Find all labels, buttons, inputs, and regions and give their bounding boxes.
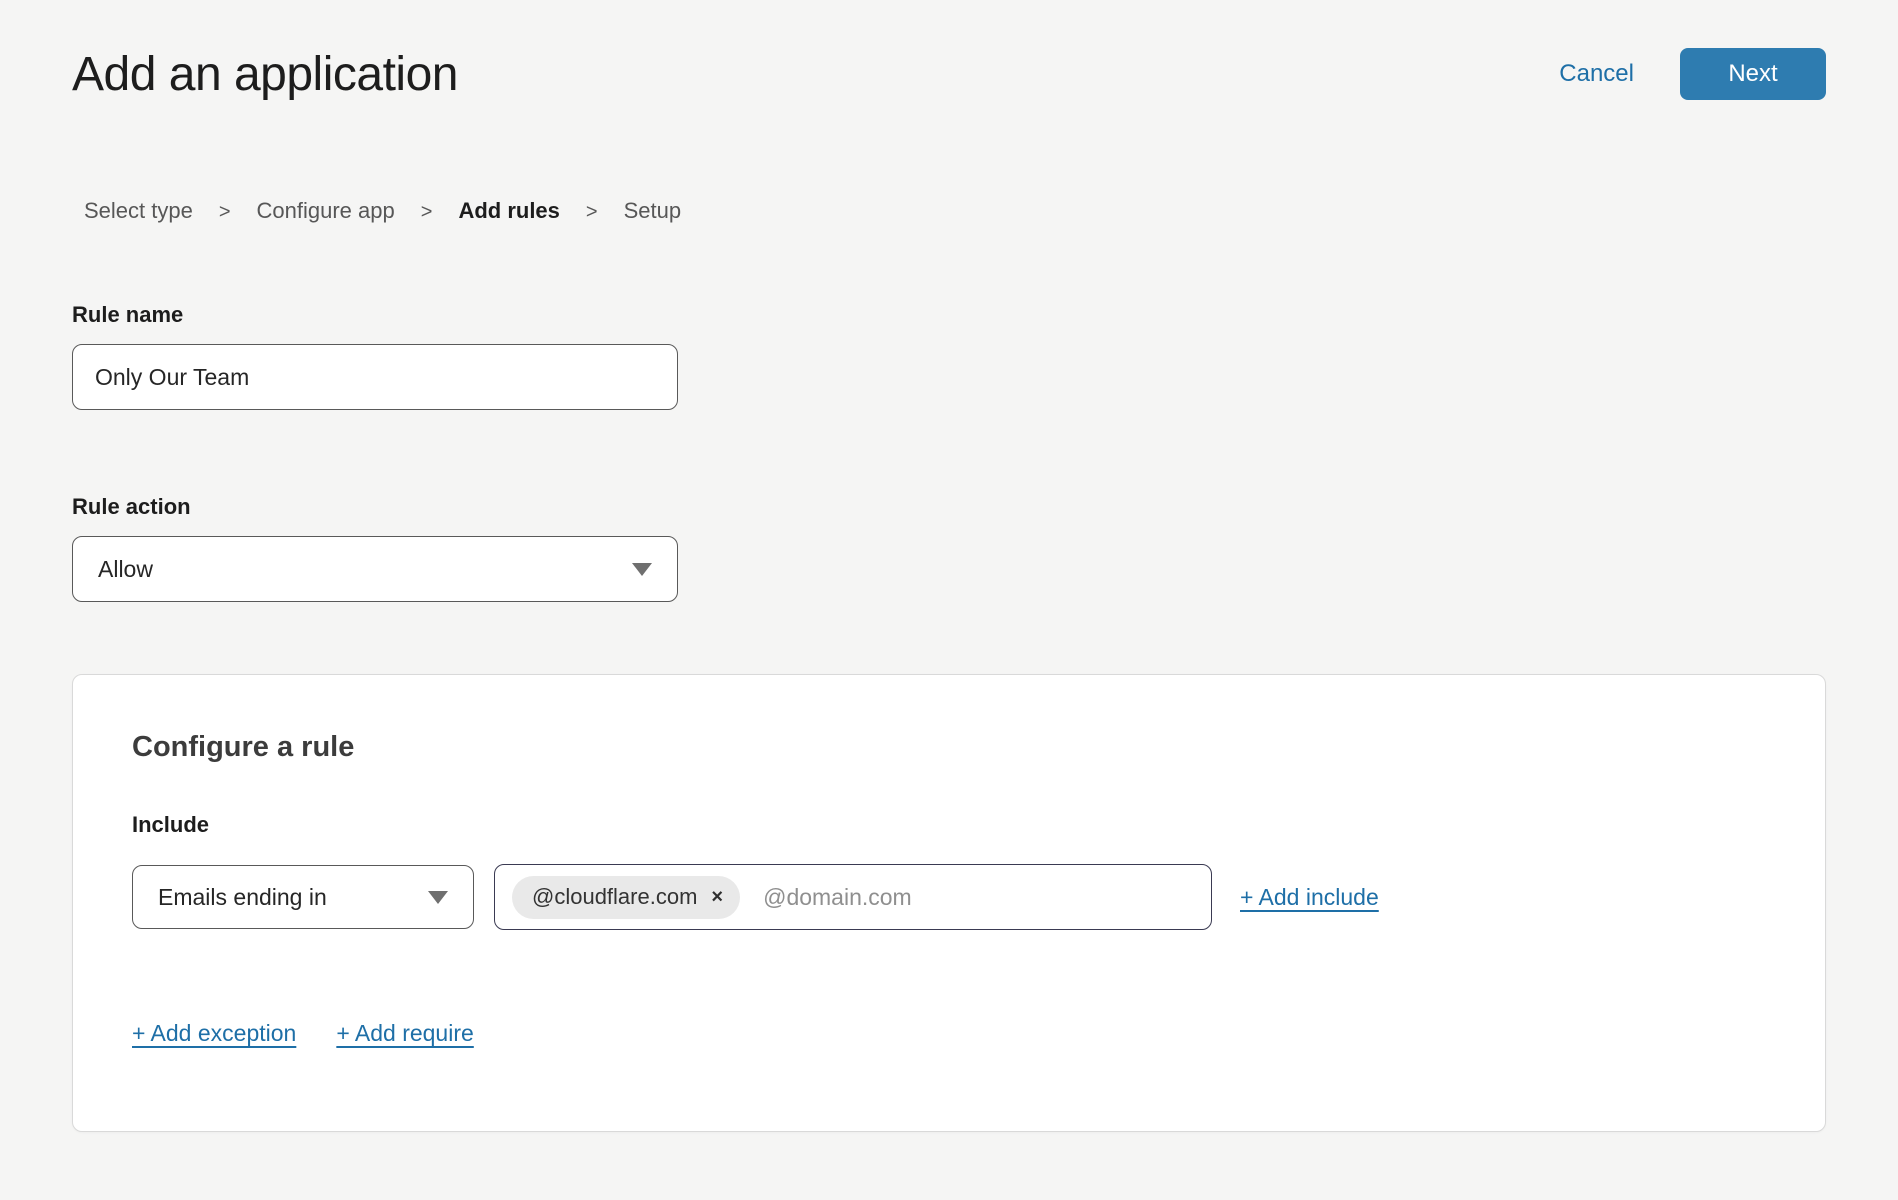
rule-action-select[interactable]: Allow: [72, 536, 678, 602]
rule-action-label: Rule action: [72, 494, 1826, 520]
add-application-page: Add an application Cancel Next Select ty…: [0, 42, 1898, 1132]
header-actions: Cancel Next: [1559, 48, 1826, 100]
include-selector-value: Emails ending in: [158, 884, 327, 911]
domain-input[interactable]: [763, 884, 1197, 911]
page-title: Add an application: [72, 47, 458, 102]
breadcrumb-step-configure-app[interactable]: Configure app: [257, 198, 395, 224]
rule-action-value: Allow: [98, 556, 153, 583]
breadcrumb-separator: >: [421, 201, 433, 224]
card-title: Configure a rule: [132, 731, 1766, 764]
rule-name-label: Rule name: [72, 302, 1826, 328]
remove-tag-icon[interactable]: ×: [711, 887, 723, 907]
cancel-button[interactable]: Cancel: [1559, 60, 1634, 88]
rule-name-input[interactable]: [72, 344, 678, 410]
email-domain-tag: @cloudflare.com ×: [512, 876, 740, 919]
breadcrumb-step-select-type[interactable]: Select type: [84, 198, 193, 224]
add-require-link[interactable]: + Add require: [336, 1020, 473, 1047]
include-selector-select[interactable]: Emails ending in: [132, 865, 474, 929]
add-exception-link[interactable]: + Add exception: [132, 1020, 296, 1047]
breadcrumb-separator: >: [586, 201, 598, 224]
header: Add an application Cancel Next: [72, 42, 1826, 106]
breadcrumb: Select type > Configure app > Add rules …: [72, 198, 1826, 224]
next-button[interactable]: Next: [1680, 48, 1826, 100]
include-label: Include: [132, 812, 1766, 838]
rule-links-row: + Add exception + Add require: [132, 1020, 1766, 1047]
breadcrumb-step-setup[interactable]: Setup: [624, 198, 682, 224]
email-domain-tag-input[interactable]: @cloudflare.com ×: [494, 864, 1212, 930]
configure-rule-card: Configure a rule Include Emails ending i…: [72, 674, 1826, 1132]
chevron-down-icon: [428, 891, 448, 904]
add-include-link[interactable]: + Add include: [1240, 884, 1379, 911]
chevron-down-icon: [632, 563, 652, 576]
include-rule-row: Emails ending in @cloudflare.com × + Add…: [132, 864, 1766, 930]
breadcrumb-separator: >: [219, 201, 231, 224]
breadcrumb-step-add-rules[interactable]: Add rules: [458, 198, 559, 224]
email-domain-tag-label: @cloudflare.com: [532, 884, 697, 910]
